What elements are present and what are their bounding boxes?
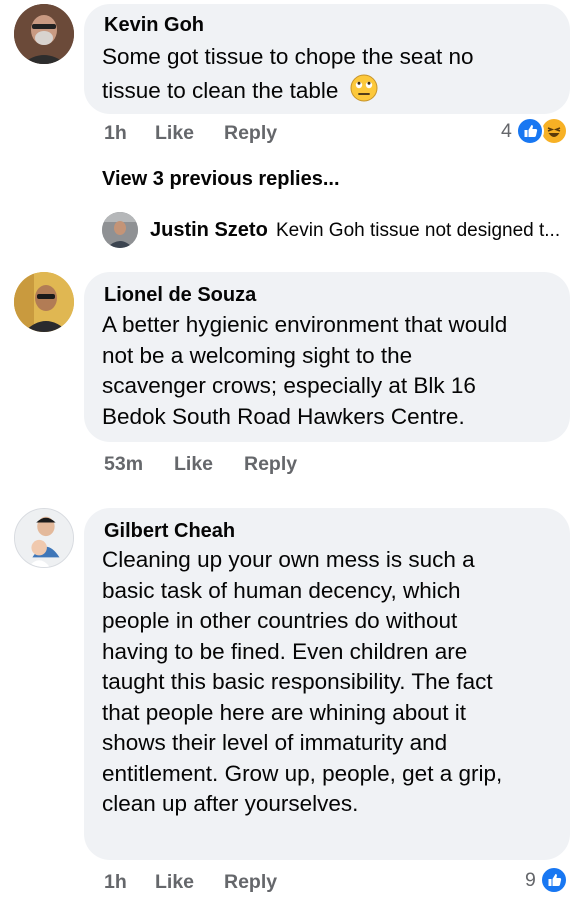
reply-author[interactable]: Justin Szeto xyxy=(150,219,268,242)
like-button[interactable]: Like xyxy=(155,871,194,894)
comment-text-line: clean up after yourselves. xyxy=(102,791,359,816)
comment-text-line: Some got tissue to chope the seat no xyxy=(102,44,474,69)
comment-text-line: not be a welcoming sight to the xyxy=(102,342,413,368)
comment-text-line: A better hygienic environment that would xyxy=(102,312,508,337)
comment-text-fragment: tissue to clean the table xyxy=(102,77,339,103)
like-button[interactable]: Like xyxy=(174,453,213,476)
like-reaction-icon xyxy=(540,866,568,894)
reply-preview-text[interactable]: Kevin Goh tissue not designed t... xyxy=(276,220,560,242)
avatar-lionel-de-souza[interactable] xyxy=(14,272,74,332)
comment-text-line: taught this basic responsibility. The fa… xyxy=(102,669,493,694)
comment-time[interactable]: 1h xyxy=(104,122,127,145)
avatar-kevin-goh[interactable] xyxy=(14,4,74,64)
reaction-count[interactable]: 9 xyxy=(525,869,536,892)
reply-button[interactable]: Reply xyxy=(224,871,277,894)
comment-text-line: tissue to clean the table xyxy=(102,73,562,112)
rolling-eyes-emoji-icon xyxy=(349,73,379,112)
avatar-gilbert-cheah[interactable] xyxy=(14,508,74,568)
comment-time[interactable]: 53m xyxy=(104,453,143,476)
comment-text-line: that people here are whining about it xyxy=(102,699,467,725)
comment-text: A better hygienic environment that would… xyxy=(102,310,562,432)
like-reaction-icon xyxy=(516,117,544,145)
view-previous-replies-link[interactable]: View 3 previous replies... xyxy=(102,168,340,191)
comment-text-line: people in other countries do without xyxy=(102,608,458,633)
comment-text-line: Bedok South Road Hawkers Centre. xyxy=(102,403,465,429)
haha-reaction-icon xyxy=(540,117,568,145)
comment-text-line: Cleaning up your own mess is such a xyxy=(102,547,475,572)
comment-author[interactable]: Gilbert Cheah xyxy=(104,520,235,543)
comment-author[interactable]: Lionel de Souza xyxy=(104,284,256,307)
comment-text: Cleaning up your own mess is such a basi… xyxy=(102,545,562,820)
reply-button[interactable]: Reply xyxy=(244,453,297,476)
comment-text: Some got tissue to chope the seat no tis… xyxy=(102,42,562,111)
comment-text-line: basic task of human decency, which xyxy=(102,577,461,603)
comment-author[interactable]: Kevin Goh xyxy=(104,14,204,37)
comment-text-line: having to be fined. Even children are xyxy=(102,638,468,664)
comment-text-line: entitlement. Grow up, people, get a grip… xyxy=(102,760,503,786)
comment-time[interactable]: 1h xyxy=(104,871,127,894)
reaction-count[interactable]: 4 xyxy=(501,120,512,143)
comment-text-line: shows their level of immaturity and xyxy=(102,730,448,755)
comment-text-line: scavenger crows; especially at Blk 16 xyxy=(102,373,476,398)
like-button[interactable]: Like xyxy=(155,122,194,145)
avatar-justin-szeto[interactable] xyxy=(102,212,138,248)
reply-button[interactable]: Reply xyxy=(224,122,277,145)
